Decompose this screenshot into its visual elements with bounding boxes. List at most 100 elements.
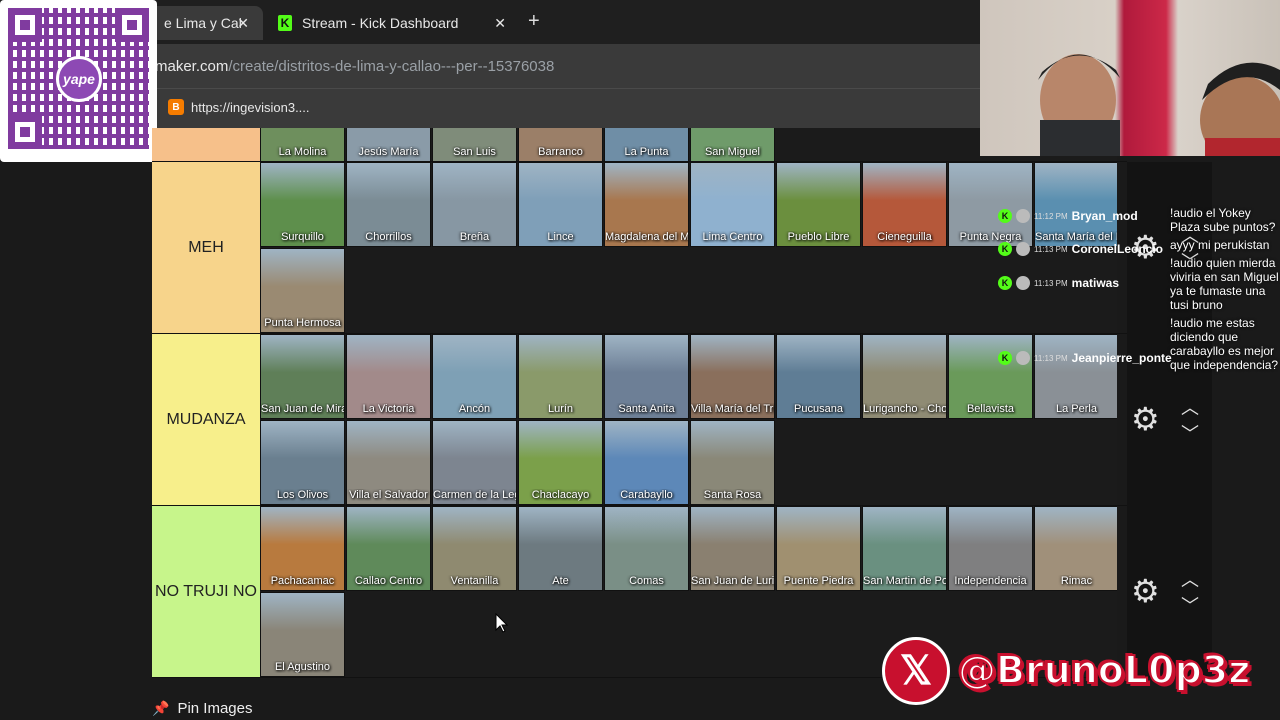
district-name: Magdalena del Mar (605, 231, 688, 243)
close-tab-icon[interactable]: ✕ (237, 15, 249, 32)
district-name: San Juan de Miraflores (261, 403, 344, 415)
district-tile[interactable]: La Molina (260, 128, 345, 161)
district-tile[interactable]: Santa Rosa (690, 420, 775, 505)
district-tile[interactable]: Breña (432, 162, 517, 247)
qr-pattern: yape (8, 8, 149, 149)
url-text[interactable]: rmaker.com/create/distritos-de-lima-y-ca… (150, 58, 554, 75)
district-name: Carabayllo (620, 489, 673, 501)
tier-label[interactable] (152, 128, 260, 161)
district-tile[interactable]: Chaclacayo (518, 420, 603, 505)
tier-label[interactable]: NO TRUJI NO (152, 506, 260, 677)
district-tile[interactable]: Ate (518, 506, 603, 591)
district-tile[interactable]: Surquillo (260, 162, 345, 247)
district-tile[interactable]: La Victoria (346, 334, 431, 419)
yape-qr-code: yape (0, 0, 157, 162)
district-name: La Molina (278, 146, 327, 158)
chat-user-line: K 11:13 PM matiwas (998, 276, 1119, 290)
qr-finder (115, 8, 149, 42)
gear-icon[interactable]: ⚙ (1131, 400, 1160, 438)
tab-title: Stream - Kick Dashboard (302, 15, 459, 31)
chevron-down-icon[interactable]: ﹀ (1181, 420, 1199, 446)
chat-message: ayyy mi perukistan (1170, 238, 1270, 252)
district-tile[interactable]: Carabayllo (604, 420, 689, 505)
district-tile[interactable]: San Martin de Porres (862, 506, 947, 591)
district-tile[interactable]: Pachacamac (260, 506, 345, 591)
district-name: Ate (552, 575, 569, 587)
avatar (1016, 209, 1030, 223)
district-tile[interactable]: Puente Piedra (776, 506, 861, 591)
new-tab-button[interactable]: + (528, 10, 540, 33)
district-tile[interactable]: Barranco (518, 128, 603, 161)
chat-time: 11:13 PM (1034, 244, 1068, 254)
district-tile[interactable]: Rimac (1034, 506, 1117, 591)
chevron-down-icon[interactable]: ﹀ (1181, 592, 1199, 618)
tier-label[interactable]: MEH (152, 162, 260, 333)
district-tile[interactable]: Chorrillos (346, 162, 431, 247)
district-tile[interactable]: Villa el Salvador (346, 420, 431, 505)
district-name: Villa el Salvador (349, 489, 428, 501)
district-tile[interactable]: Jesús María (346, 128, 431, 161)
district-tile[interactable]: Punta Hermosa (260, 248, 345, 333)
chat-message: !audio me estas diciendo que carabayllo … (1170, 316, 1279, 372)
district-name: El Agustino (274, 661, 331, 673)
chevron-up-icon[interactable]: ︿ (1181, 566, 1199, 592)
district-name: Ancón (458, 403, 491, 415)
district-tile[interactable]: Lince (518, 162, 603, 247)
district-tile[interactable]: Santa Anita (604, 334, 689, 419)
district-name: Rimac (1060, 575, 1093, 587)
district-name: Chorrillos (365, 231, 412, 243)
district-tile[interactable]: La Punta (604, 128, 689, 161)
district-tile[interactable]: Lima Centro (690, 162, 775, 247)
district-tile[interactable]: Santa María del Mar (1034, 162, 1117, 247)
pin-images-label: Pin Images (177, 700, 253, 717)
district-tile[interactable]: Callao Centro (346, 506, 431, 591)
webcam-feed (980, 0, 1280, 156)
tier-label[interactable]: MUDANZA (152, 334, 260, 505)
district-name: Bellavista (966, 403, 1015, 415)
pin-icon: 📌 (152, 700, 170, 716)
chevron-up-icon[interactable]: ︿ (1181, 394, 1199, 420)
district-name: Lima Centro (702, 231, 763, 243)
district-tile[interactable]: Villa María del Triunfo (690, 334, 775, 419)
tier-meh-row: MEH Surquillo Chorrillos Breña Lince Magdalen… (152, 162, 1127, 334)
district-name: San Luis (453, 146, 496, 158)
avatar (1016, 242, 1030, 256)
district-name: Ventanilla (450, 575, 499, 587)
district-tile[interactable]: Magdalena del Mar (604, 162, 689, 247)
district-tile[interactable]: Independencia (948, 506, 1033, 591)
chat-time: 11:13 PM (1034, 278, 1068, 288)
district-tile[interactable]: Pueblo Libre (776, 162, 861, 247)
qr-finder (8, 8, 42, 42)
district-name: Callao Centro (354, 575, 423, 587)
gear-icon[interactable]: ⚙ (1131, 572, 1160, 610)
district-tile[interactable]: La Perla (1034, 334, 1117, 419)
district-name: Los Olivos (276, 489, 329, 501)
district-tile[interactable]: Ventanilla (432, 506, 517, 591)
district-tile[interactable]: El Agustino (260, 592, 345, 677)
close-tab-icon[interactable]: ✕ (494, 15, 506, 32)
district-tile[interactable]: Punta Negra (948, 162, 1033, 247)
bookmark-item[interactable]: B https://ingevision3.... (168, 99, 310, 115)
chat-message: !audio quien mierda viviria en san Migue… (1170, 256, 1279, 312)
pin-images-toggle[interactable]: 📌 Pin Images (152, 700, 252, 717)
district-tile[interactable]: Lurigancho - Chosica (862, 334, 947, 419)
district-tile[interactable]: Ancón (432, 334, 517, 419)
district-name: Lince (547, 231, 574, 243)
district-tile[interactable]: Lurín (518, 334, 603, 419)
tab-kick-dashboard[interactable]: K Stream - Kick Dashboard ✕ (270, 6, 520, 40)
district-tile[interactable]: Cieneguilla (862, 162, 947, 247)
tier-list: La Molina Jesús María San Luis Barranco La P… (152, 128, 1127, 678)
district-name: Puente Piedra (783, 575, 854, 587)
tier-items: Surquillo Chorrillos Breña Lince Magdalena d… (260, 162, 1117, 333)
district-tile[interactable]: San Miguel (690, 128, 775, 161)
district-tile[interactable]: San Luis (432, 128, 517, 161)
district-tile[interactable]: Comas (604, 506, 689, 591)
district-name: La Victoria (362, 403, 415, 415)
district-tile[interactable]: Los Olivos (260, 420, 345, 505)
district-tile[interactable]: Bellavista (948, 334, 1033, 419)
district-tile[interactable]: Carmen de la Legua - Reynoso (432, 420, 517, 505)
district-tile[interactable]: San Juan de Lurigancho (690, 506, 775, 591)
district-tile[interactable]: San Juan de Miraflores (260, 334, 345, 419)
district-name: Carmen de la Legua - Reynoso (433, 489, 516, 501)
district-tile[interactable]: Pucusana (776, 334, 861, 419)
